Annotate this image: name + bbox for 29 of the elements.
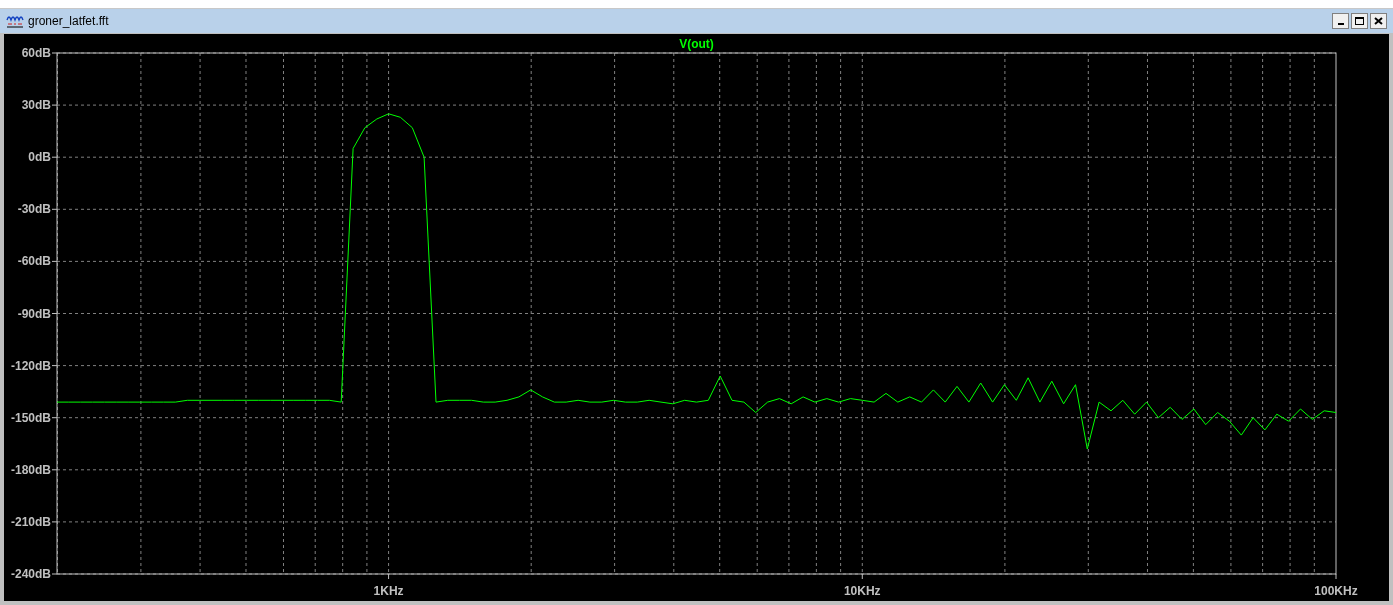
y-axis-label: -90dB: [17, 306, 58, 321]
y-axis-label: -60dB: [17, 254, 58, 269]
y-axis-label: -150dB: [11, 410, 58, 425]
close-icon: [1374, 17, 1383, 25]
waveform-icon: [6, 14, 24, 28]
y-axis-label: 60dB: [21, 46, 58, 60]
x-axis-label: 100KHz: [1314, 573, 1358, 598]
maximize-icon: [1355, 17, 1364, 25]
y-tick-label: 0dB: [28, 150, 52, 165]
minimize-icon: [1337, 23, 1344, 25]
y-axis-label: 0dB: [28, 150, 58, 165]
y-axis-label: 30dB: [21, 98, 58, 113]
y-axis-label: -210dB: [11, 514, 58, 529]
x-tick-label: 10KHz: [843, 584, 881, 598]
y-tick-label: 60dB: [21, 46, 52, 60]
maximize-button[interactable]: [1351, 13, 1368, 29]
y-axis-label: -120dB: [11, 358, 58, 373]
x-tick-label: 100KHz: [1314, 584, 1358, 598]
y-axis-label: -180dB: [11, 462, 58, 477]
trace-name: V(out): [679, 37, 714, 51]
x-tick-label: 1KHz: [373, 584, 404, 598]
window-title: groner_latfet.fft: [28, 13, 109, 30]
x-axis-label: 10KHz: [843, 573, 881, 598]
y-axis-label: -240dB: [11, 567, 58, 581]
y-tick-label: 30dB: [21, 98, 52, 113]
minimize-button[interactable]: [1332, 13, 1349, 29]
y-axis-label: -30dB: [17, 202, 58, 217]
close-button[interactable]: [1370, 13, 1387, 29]
x-axis-label: 1KHz: [373, 573, 404, 598]
